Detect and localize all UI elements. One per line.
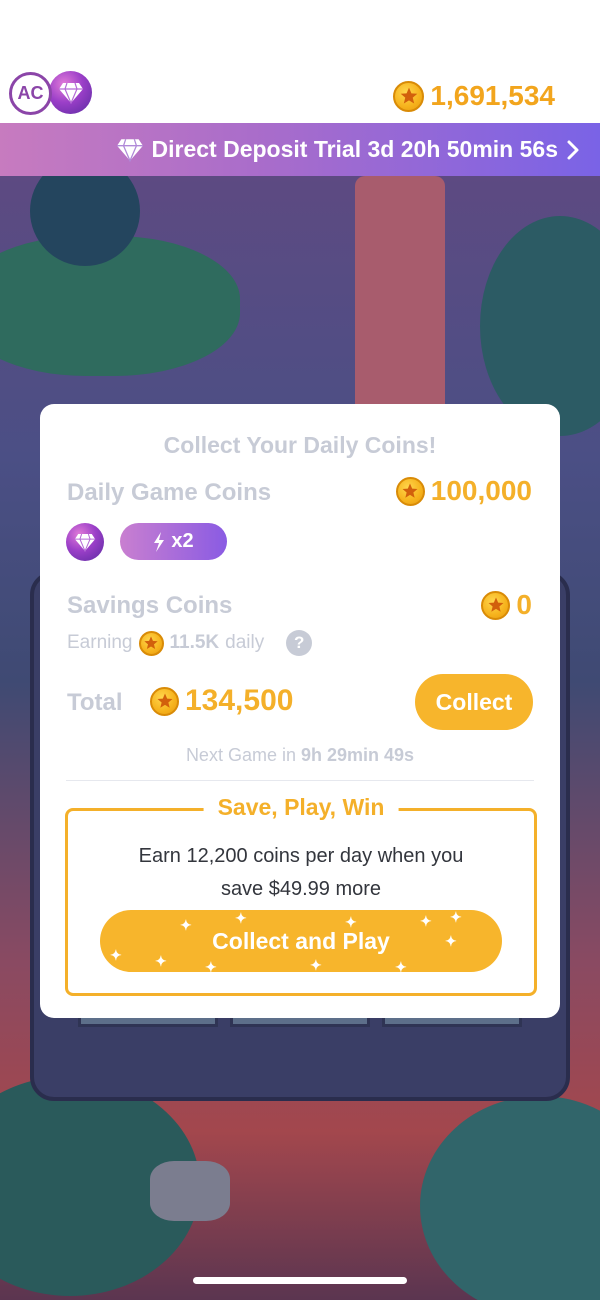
rock — [150, 1161, 230, 1221]
collect-button[interactable]: Collect — [415, 674, 533, 730]
coin-icon — [393, 80, 425, 112]
rock-pillar — [355, 176, 445, 436]
savings-coins-amount: 0 — [481, 589, 532, 621]
coin-icon — [138, 630, 164, 656]
bush — [420, 1096, 600, 1300]
sparkle-icon: ✦ — [420, 913, 432, 929]
home-indicator[interactable] — [193, 1277, 407, 1284]
direct-deposit-trial-banner[interactable]: Direct Deposit Trial 3d 20h 50min 56s — [0, 123, 600, 176]
coin-icon — [481, 590, 511, 620]
sparkle-icon: ✦ — [205, 959, 217, 972]
savings-earning-rate: Earning 11.5K daily ? — [67, 630, 313, 656]
user-avatar[interactable]: AC — [9, 72, 52, 115]
earning-amount: 11.5K — [169, 632, 220, 653]
promo-line-2: save $49.99 more — [220, 878, 382, 900]
sparkle-icon: ✦ — [235, 910, 247, 926]
coin-icon — [150, 686, 179, 716]
premium-gem-badge — [66, 523, 104, 561]
earning-prefix: Earning — [67, 632, 133, 653]
sparkle-icon: ✦ — [445, 933, 457, 949]
chevron-right-icon — [567, 140, 579, 159]
coin-balance[interactable]: 1,691,534 — [393, 80, 555, 112]
savings-coins-label: Savings Coins — [67, 592, 233, 619]
coin-icon — [395, 476, 425, 506]
modal-title: Collect Your Daily Coins! — [163, 432, 437, 458]
save-play-win-promo: Save, Play, Win Earn 12,200 coins per da… — [65, 794, 537, 996]
sparkle-icon: ✦ — [155, 953, 167, 969]
sparkle-icon: ✦ — [180, 917, 192, 933]
gem-icon — [58, 82, 83, 104]
promo-line-1: Earn 12,200 coins per day when you — [138, 845, 464, 867]
collect-and-play-button[interactable]: ✦ ✦ ✦ ✦ ✦ ✦ ✦ ✦ ✦ ✦ ✦ Collect and Play — [100, 910, 502, 972]
daily-game-coins-value: 100,000 — [430, 475, 532, 506]
daily-game-coins-amount: 100,000 — [395, 475, 532, 507]
trial-banner-text: Direct Deposit Trial 3d 20h 50min 56s — [151, 136, 559, 162]
collect-and-play-label: Collect and Play — [212, 927, 390, 954]
help-icon[interactable]: ? — [286, 630, 313, 656]
next-game-countdown: Next Game in 9h 29min 49s — [40, 745, 560, 766]
sparkle-icon: ✦ — [110, 947, 122, 963]
lightning-icon — [154, 531, 165, 552]
boost-multiplier-value: x2 — [171, 530, 194, 552]
total-value: 134,500 — [185, 684, 294, 717]
total-amount: 134,500 — [150, 684, 293, 718]
sparkle-icon: ✦ — [450, 910, 462, 925]
floating-island — [0, 236, 240, 376]
daily-coins-modal: Collect Your Daily Coins! Daily Game Coi… — [40, 404, 560, 1018]
gem-icon — [116, 138, 143, 162]
premium-gem-avatar[interactable] — [49, 71, 92, 114]
daily-game-coins-label: Daily Game Coins — [67, 479, 272, 506]
top-bar: AC 1,691,534 — [0, 0, 600, 123]
next-game-prefix: Next Game in — [185, 745, 296, 765]
gem-icon — [74, 533, 96, 552]
boost-multiplier-badge: x2 — [120, 523, 227, 560]
tree-canopy — [480, 216, 600, 436]
savings-coins-value: 0 — [516, 589, 532, 620]
earning-suffix: daily — [225, 632, 265, 653]
total-label: Total — [67, 689, 123, 716]
sparkle-icon: ✦ — [310, 957, 322, 972]
promo-title: Save, Play, Win — [203, 794, 399, 821]
next-game-time: 9h 29min 49s — [301, 745, 415, 765]
sparkle-icon: ✦ — [395, 959, 407, 972]
divider — [66, 780, 534, 781]
coin-balance-value: 1,691,534 — [430, 80, 555, 111]
